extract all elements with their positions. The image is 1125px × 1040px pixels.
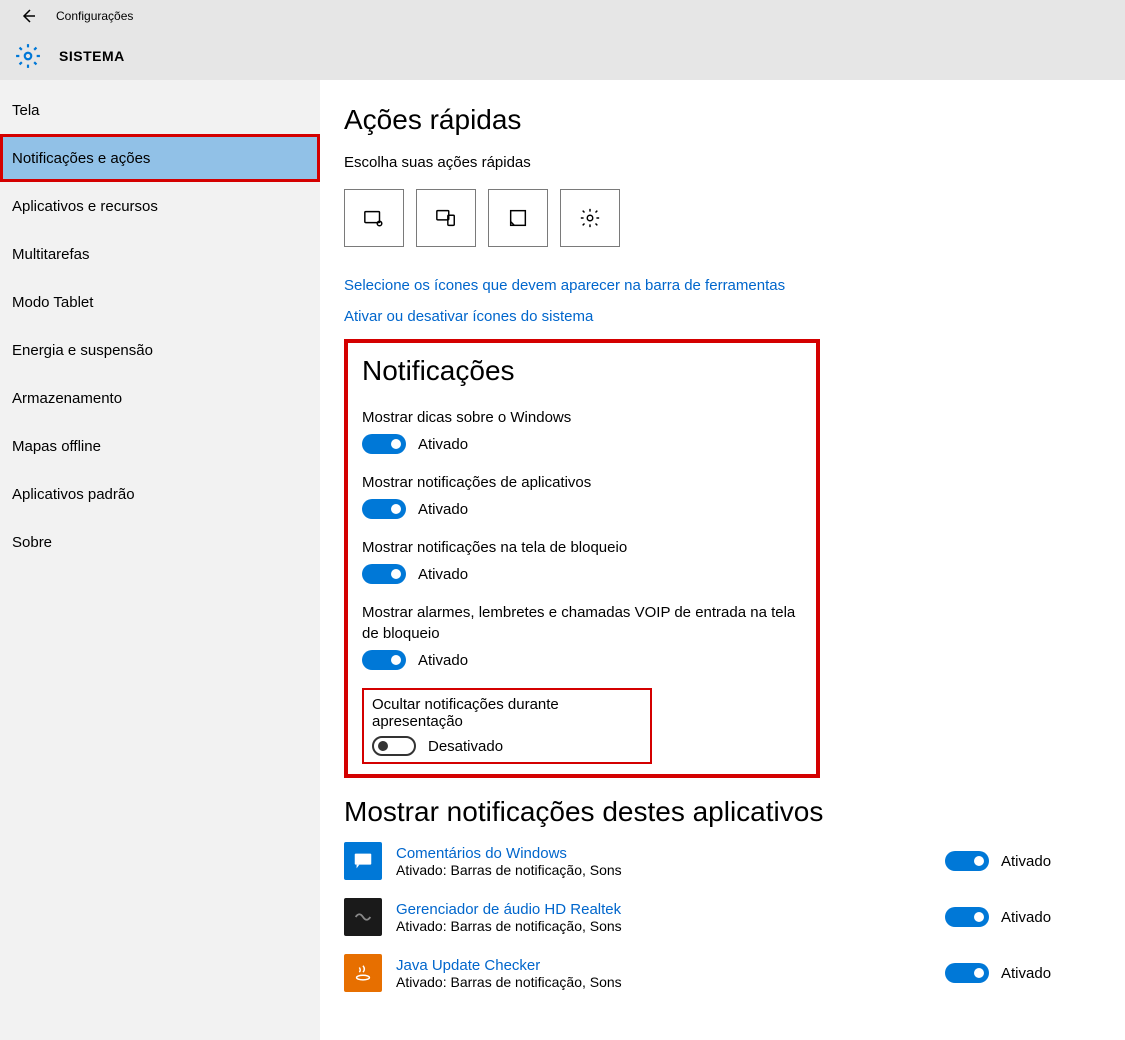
- app-icon-java: [344, 954, 382, 992]
- app-name[interactable]: Gerenciador de áudio HD Realtek: [396, 901, 945, 918]
- app-row-realtek[interactable]: Gerenciador de áudio HD Realtek Ativado:…: [344, 898, 1085, 936]
- app-row-comments[interactable]: Comentários do Windows Ativado: Barras d…: [344, 842, 1085, 880]
- sidebar-item-energia[interactable]: Energia e suspensão: [0, 326, 320, 374]
- quick-actions-heading: Ações rápidas: [344, 104, 1085, 136]
- main-content: Ações rápidas Escolha suas ações rápidas…: [320, 80, 1125, 1040]
- toggle-state: Ativado: [418, 652, 468, 669]
- sidebar-item-modo-tablet[interactable]: Modo Tablet: [0, 278, 320, 326]
- hide-presenting-box: Ocultar notificações durante apresentaçã…: [362, 688, 652, 764]
- toggle-state: Ativado: [1001, 965, 1051, 982]
- toggle-switch[interactable]: [362, 564, 406, 584]
- app-sub: Ativado: Barras de notificação, Sons: [396, 918, 945, 934]
- toggle-state: Ativado: [418, 566, 468, 583]
- toggle-state: Ativado: [1001, 909, 1051, 926]
- gear-icon: [15, 43, 41, 69]
- toggle-state: Ativado: [418, 501, 468, 518]
- app-sub: Ativado: Barras de notificação, Sons: [396, 862, 945, 878]
- quick-action-note-icon[interactable]: [488, 189, 548, 247]
- quick-action-settings-icon[interactable]: [560, 189, 620, 247]
- sidebar-item-tela[interactable]: Tela: [0, 86, 320, 134]
- quick-action-connect-icon[interactable]: [416, 189, 476, 247]
- app-icon-realtek: [344, 898, 382, 936]
- notifications-section: Notificações Mostrar dicas sobre o Windo…: [344, 339, 820, 778]
- app-sub: Ativado: Barras de notificação, Sons: [396, 974, 945, 990]
- toggle-switch[interactable]: [372, 736, 416, 756]
- sidebar: Tela Notificações e ações Aplicativos e …: [0, 80, 320, 1040]
- sidebar-item-armazenamento[interactable]: Armazenamento: [0, 374, 320, 422]
- sidebar-item-mapas[interactable]: Mapas offline: [0, 422, 320, 470]
- toggle-state: Desativado: [428, 738, 503, 755]
- toggle-windows-tips: Mostrar dicas sobre o Windows Ativado: [362, 407, 802, 454]
- app-name[interactable]: Java Update Checker: [396, 957, 945, 974]
- sidebar-item-aplicativos-recursos[interactable]: Aplicativos e recursos: [0, 182, 320, 230]
- toggle-switch[interactable]: [362, 499, 406, 519]
- app-icon-comments: [344, 842, 382, 880]
- toggle-switch[interactable]: [945, 851, 989, 871]
- quick-actions-tiles: [344, 189, 1085, 247]
- link-system-icons[interactable]: Ativar ou desativar ícones do sistema: [344, 308, 1085, 325]
- toggle-switch[interactable]: [362, 434, 406, 454]
- toggle-switch[interactable]: [362, 650, 406, 670]
- back-arrow-icon[interactable]: [20, 8, 36, 24]
- quick-action-tablet-icon[interactable]: [344, 189, 404, 247]
- sidebar-item-notificacoes[interactable]: Notificações e ações: [0, 134, 320, 182]
- section-title: SISTEMA: [59, 48, 125, 64]
- sidebar-item-sobre[interactable]: Sobre: [0, 518, 320, 566]
- toggle-switch[interactable]: [945, 963, 989, 983]
- sidebar-item-apps-padrao[interactable]: Aplicativos padrão: [0, 470, 320, 518]
- toggle-app-notifications: Mostrar notificações de aplicativos Ativ…: [362, 472, 802, 519]
- app-notifications-heading: Mostrar notificações destes aplicativos: [344, 796, 1085, 828]
- sidebar-item-multitarefas[interactable]: Multitarefas: [0, 230, 320, 278]
- app-name[interactable]: Comentários do Windows: [396, 845, 945, 862]
- toggle-state: Ativado: [418, 436, 468, 453]
- titlebar: Configurações: [0, 0, 1125, 32]
- toggle-switch[interactable]: [945, 907, 989, 927]
- quick-actions-subtext: Escolha suas ações rápidas: [344, 154, 1085, 171]
- toggle-state: Ativado: [1001, 853, 1051, 870]
- link-select-taskbar-icons[interactable]: Selecione os ícones que devem aparecer n…: [344, 277, 1085, 294]
- notifications-heading: Notificações: [362, 355, 802, 387]
- window-title: Configurações: [56, 9, 133, 23]
- toggle-lockscreen-notifications: Mostrar notificações na tela de bloqueio…: [362, 537, 802, 584]
- header-bar: SISTEMA: [0, 32, 1125, 80]
- toggle-alarms-lockscreen: Mostrar alarmes, lembretes e chamadas VO…: [362, 602, 802, 670]
- app-row-java[interactable]: Java Update Checker Ativado: Barras de n…: [344, 954, 1085, 992]
